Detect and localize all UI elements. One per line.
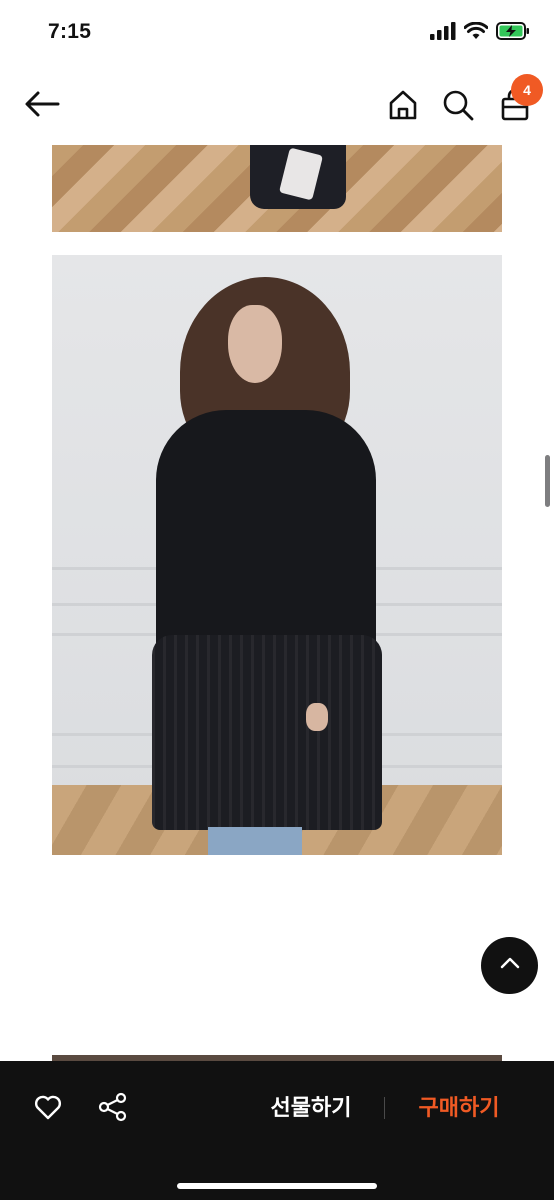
- product-image-model: [52, 255, 502, 855]
- back-button[interactable]: [22, 86, 62, 122]
- like-button[interactable]: [32, 1091, 64, 1123]
- back-arrow-icon: [22, 91, 62, 126]
- bottom-action-bar: 선물하기 구매하기: [0, 1061, 554, 1200]
- heart-icon: [32, 1095, 64, 1127]
- cart-count-badge: 4: [511, 74, 543, 106]
- share-icon: [97, 1092, 129, 1127]
- status-icons: [430, 21, 530, 45]
- search-icon: [441, 90, 475, 126]
- divider: [384, 1097, 385, 1119]
- product-detail-screen: 7:15 4 선물하기 구매하기: [0, 0, 554, 1200]
- scrollbar[interactable]: [545, 455, 550, 507]
- home-icon: [386, 90, 420, 126]
- navigation-bar: [0, 72, 554, 138]
- chevron-up-icon: [498, 951, 522, 980]
- share-button[interactable]: [97, 1091, 129, 1123]
- search-button[interactable]: [441, 88, 475, 122]
- home-button[interactable]: [386, 88, 420, 122]
- buy-button[interactable]: 구매하기: [406, 1091, 512, 1125]
- status-time: 7:15: [48, 20, 92, 43]
- shopping-bag-icon: [498, 88, 532, 126]
- status-bar: 7:15: [0, 0, 554, 64]
- home-indicator[interactable]: [177, 1183, 377, 1189]
- product-image-floor: [52, 145, 502, 232]
- wifi-icon: [463, 21, 489, 45]
- scroll-to-top-button[interactable]: [481, 937, 538, 994]
- signal-icon: [430, 22, 456, 45]
- gift-button[interactable]: 선물하기: [258, 1091, 364, 1125]
- battery-charging-icon: [496, 22, 530, 45]
